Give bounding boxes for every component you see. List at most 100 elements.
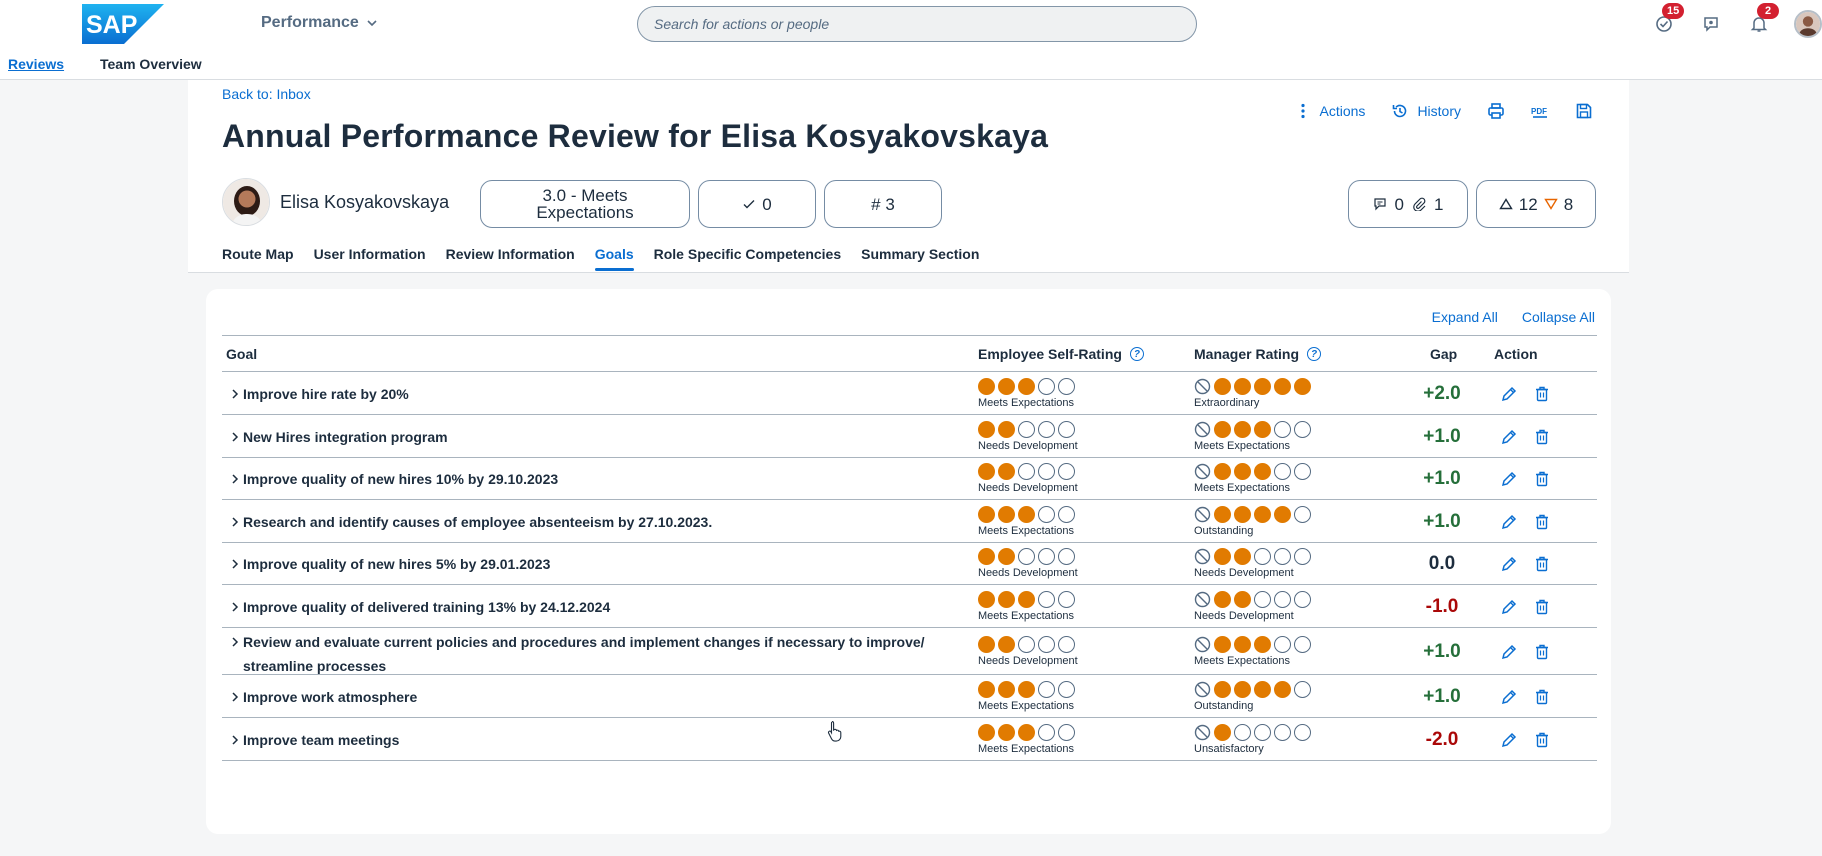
rating-dot[interactable] xyxy=(1294,377,1311,395)
manager-rating[interactable]: Unsatisfactory xyxy=(1194,723,1311,755)
rating-dot[interactable] xyxy=(1274,680,1291,698)
rating-dot[interactable] xyxy=(998,590,1015,608)
help-icon[interactable]: ? xyxy=(1307,347,1322,361)
pdf-button[interactable]: PDF xyxy=(1531,102,1549,120)
rating-dot[interactable] xyxy=(1294,635,1311,653)
tab-route-map[interactable]: Route Map xyxy=(222,246,294,270)
rating-dot[interactable] xyxy=(1274,548,1291,565)
tab-role-specific-competencies[interactable]: Role Specific Competencies xyxy=(654,246,842,270)
rating-dot[interactable] xyxy=(1214,420,1231,438)
chevron-right-icon[interactable] xyxy=(228,472,242,486)
rating-dot[interactable] xyxy=(1294,548,1311,565)
delete-icon[interactable] xyxy=(1533,688,1551,706)
rating-dot[interactable] xyxy=(1294,680,1311,698)
delete-icon[interactable] xyxy=(1533,428,1551,446)
rating-dot[interactable] xyxy=(1234,548,1251,565)
not-applicable-icon[interactable] xyxy=(1194,681,1211,698)
rating-dot[interactable] xyxy=(1018,590,1035,608)
delete-icon[interactable] xyxy=(1533,513,1551,531)
rating-dot[interactable] xyxy=(1058,680,1075,698)
rating-dot[interactable] xyxy=(998,420,1015,438)
rating-dot[interactable] xyxy=(1018,635,1035,653)
history-button[interactable]: History xyxy=(1391,102,1461,120)
not-applicable-icon[interactable] xyxy=(1194,548,1211,565)
rating-dot[interactable] xyxy=(1214,505,1231,523)
table-row[interactable]: New Hires integration program Needs Devel… xyxy=(222,415,1597,458)
not-applicable-icon[interactable] xyxy=(1194,463,1211,480)
rating-dot[interactable] xyxy=(1018,548,1035,565)
rating-dot[interactable] xyxy=(998,505,1015,523)
goal-title[interactable]: Improve work atmosphere xyxy=(243,685,417,709)
rating-dot[interactable] xyxy=(1058,723,1075,741)
employee-self-rating[interactable]: Meets Expectations xyxy=(978,723,1075,755)
rating-dot[interactable] xyxy=(1018,420,1035,438)
overall-rating-pill[interactable]: 3.0 - Meets Expectations xyxy=(480,180,690,228)
employee-self-rating[interactable]: Meets Expectations xyxy=(978,505,1075,537)
edit-icon[interactable] xyxy=(1500,643,1518,661)
chevron-right-icon[interactable] xyxy=(228,515,242,529)
rating-dot[interactable] xyxy=(1274,420,1291,438)
rating-dot[interactable] xyxy=(1058,463,1075,480)
rating-dot[interactable] xyxy=(978,590,995,608)
rating-dot[interactable] xyxy=(978,505,995,523)
rating-dot[interactable] xyxy=(998,635,1015,653)
rating-dot[interactable] xyxy=(1058,590,1075,608)
rating-dot[interactable] xyxy=(998,463,1015,480)
employee-self-rating[interactable]: Needs Development xyxy=(978,463,1078,494)
back-link[interactable]: Back to: Inbox xyxy=(222,86,311,102)
goal-title[interactable]: Improve quality of delivered training 13… xyxy=(243,595,610,619)
chevron-right-icon[interactable] xyxy=(228,387,242,401)
table-row[interactable]: Improve team meetings Meets Expectations U… xyxy=(222,718,1597,761)
employee-self-rating[interactable]: Meets Expectations xyxy=(978,377,1075,409)
rating-dot[interactable] xyxy=(1254,548,1271,565)
rating-dot[interactable] xyxy=(1274,505,1291,523)
goal-title[interactable]: Research and identify causes of employee… xyxy=(243,510,712,534)
rating-dot[interactable] xyxy=(1234,505,1251,523)
actions-button[interactable]: Actions xyxy=(1294,102,1365,120)
not-applicable-icon[interactable] xyxy=(1194,506,1211,523)
rating-dot[interactable] xyxy=(1018,505,1035,523)
rating-dot[interactable] xyxy=(1274,463,1291,480)
rating-dot[interactable] xyxy=(1274,635,1291,653)
rating-dot[interactable] xyxy=(1294,723,1311,741)
chevron-right-icon[interactable] xyxy=(228,733,242,747)
chevron-right-icon[interactable] xyxy=(228,557,242,571)
delete-icon[interactable] xyxy=(1533,385,1551,403)
rating-dot[interactable] xyxy=(1254,377,1271,395)
chevron-right-icon[interactable] xyxy=(228,690,242,704)
goal-title[interactable]: Improve hire rate by 20% xyxy=(243,382,409,406)
completed-pill[interactable]: 0 xyxy=(698,180,816,228)
rating-dot[interactable] xyxy=(998,548,1015,565)
manager-rating[interactable]: Meets Expectations xyxy=(1194,463,1311,494)
table-row[interactable]: Improve quality of new hires 5% by 29.01… xyxy=(222,543,1597,585)
nav-reviews[interactable]: Reviews xyxy=(8,56,64,72)
expand-all-link[interactable]: Expand All xyxy=(1432,309,1498,325)
rating-dot[interactable] xyxy=(1234,680,1251,698)
rating-dot[interactable] xyxy=(1274,723,1291,741)
rating-dot[interactable] xyxy=(1254,505,1271,523)
rating-dot[interactable] xyxy=(1214,590,1231,608)
edit-icon[interactable] xyxy=(1500,598,1518,616)
rating-dot[interactable] xyxy=(978,723,995,741)
rating-dot[interactable] xyxy=(1254,420,1271,438)
delete-icon[interactable] xyxy=(1533,731,1551,749)
rating-dot[interactable] xyxy=(1294,505,1311,523)
chevron-right-icon[interactable] xyxy=(228,430,242,444)
rating-dot[interactable] xyxy=(1058,635,1075,653)
app-title-menu[interactable]: Performance xyxy=(261,14,379,32)
rating-dot[interactable] xyxy=(1058,377,1075,395)
delete-icon[interactable] xyxy=(1533,643,1551,661)
rating-dot[interactable] xyxy=(1038,463,1055,480)
edit-icon[interactable] xyxy=(1500,385,1518,403)
goal-title[interactable]: Improve quality of new hires 10% by 29.1… xyxy=(243,467,558,491)
tab-review-information[interactable]: Review Information xyxy=(446,246,575,270)
rating-dot[interactable] xyxy=(1294,463,1311,480)
table-row[interactable]: Research and identify causes of employee… xyxy=(222,500,1597,543)
employee-self-rating[interactable]: Needs Development xyxy=(978,635,1078,667)
rating-dot[interactable] xyxy=(1058,420,1075,438)
search-input[interactable] xyxy=(637,6,1197,42)
goal-title[interactable]: Improve team meetings xyxy=(243,728,399,752)
rating-dot[interactable] xyxy=(978,548,995,565)
rating-dot[interactable] xyxy=(978,377,995,395)
rating-dot[interactable] xyxy=(1234,377,1251,395)
